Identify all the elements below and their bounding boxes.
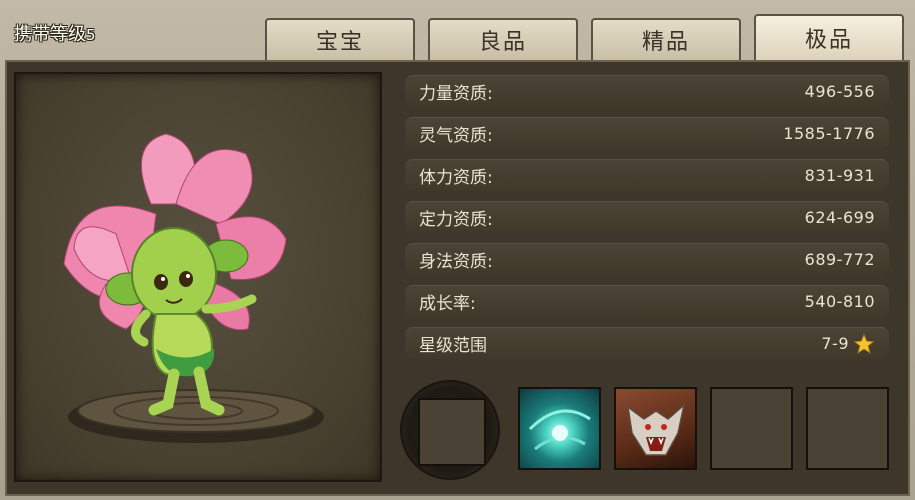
- stat-label: 力量资质:: [419, 84, 493, 104]
- stat-value: 624-699: [804, 208, 875, 227]
- stat-value: 689-772: [804, 250, 875, 269]
- stat-row-stamina: 体力资质: 831-931: [405, 159, 889, 191]
- empty-skill-slot[interactable]: [710, 387, 793, 470]
- stat-value: 1585-1776: [783, 124, 875, 143]
- stat-label: 成长率:: [419, 294, 476, 314]
- carry-level-text: 携带等级: [14, 24, 86, 45]
- stat-label: 体力资质:: [419, 168, 493, 188]
- stat-label: 身法资质:: [419, 252, 493, 272]
- carry-level-label: 携带等级5: [14, 20, 96, 46]
- stat-row-focus: 定力资质: 624-699: [405, 201, 889, 233]
- pet-preview[interactable]: [14, 72, 382, 482]
- tab-liangpin[interactable]: 良品: [428, 18, 578, 60]
- stat-value-wrap: 7-9: [821, 333, 875, 355]
- star-icon: [853, 333, 875, 354]
- stat-value: 496-556: [804, 82, 875, 101]
- slot-frame: [418, 398, 486, 466]
- stat-row-growth: 成长率: 540-810: [405, 285, 889, 317]
- stat-row-spirit: 灵气资质: 1585-1776: [405, 117, 889, 149]
- stat-label: 灵气资质:: [419, 126, 493, 146]
- wolf-roar-skill-icon[interactable]: [614, 387, 697, 470]
- tab-jingpin[interactable]: 精品: [591, 18, 741, 60]
- empty-skill-slot-large[interactable]: [400, 380, 500, 480]
- stat-label: 定力资质:: [419, 210, 493, 230]
- stat-label: 星级范围: [419, 336, 487, 356]
- spirit-burst-skill-icon[interactable]: [518, 387, 601, 470]
- stat-row-star-range: 星级范围 7-9: [405, 327, 889, 359]
- stat-row-strength: 力量资质: 496-556: [405, 75, 889, 107]
- tab-baobao[interactable]: 宝宝: [265, 18, 415, 60]
- stat-value: 831-931: [804, 166, 875, 185]
- stat-value: 540-810: [804, 292, 875, 311]
- tab-jipin[interactable]: 极品: [754, 14, 904, 60]
- stat-value: 7-9: [821, 334, 849, 353]
- empty-skill-slot[interactable]: [806, 387, 889, 470]
- carry-level-value: 5: [86, 26, 96, 44]
- stat-row-agility: 身法资质: 689-772: [405, 243, 889, 275]
- flower-pet-model: [63, 133, 324, 443]
